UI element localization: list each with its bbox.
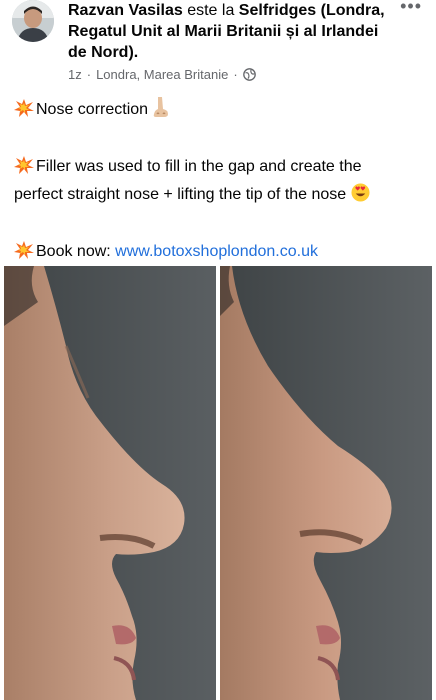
post-header: Razvan Vasilas este la Selfridges (Londr… <box>0 0 436 92</box>
filler-text-a: Filler was used to fill in the gap and c… <box>36 158 362 175</box>
filler-text-b: perfect straight nose + lifting the tip … <box>14 186 347 203</box>
collision-emoji-icon <box>14 156 34 174</box>
collision-emoji-icon <box>14 99 34 117</box>
post-body: Nose correction Filler was used to fill … <box>14 96 424 266</box>
post-meta: 1z · Londra, Marea Britanie · <box>68 67 256 82</box>
text-line-2b: perfect straight nose + lifting the tip … <box>14 181 424 212</box>
place-name[interactable]: Selfridges <box>239 2 316 19</box>
text-line-2: Filler was used to fill in the gap and c… <box>14 153 424 181</box>
post-time[interactable]: 1z <box>68 67 82 82</box>
author-line: Razvan Vasilas este la Selfridges (Londr… <box>68 0 388 63</box>
nose-correction-text: Nose correction <box>36 101 149 118</box>
post-location[interactable]: Londra, Marea Britanie <box>96 67 228 82</box>
after-photo[interactable] <box>220 266 432 700</box>
author-name[interactable]: Razvan Vasilas <box>68 2 183 19</box>
checkin-verb: este la <box>187 2 235 19</box>
book-now-label: Book now: <box>36 243 111 260</box>
text-line-1: Nose correction <box>14 96 424 127</box>
collision-emoji-icon <box>14 241 34 259</box>
text-line-3: Book now: www.botoxshoplondon.co.uk <box>14 238 424 266</box>
photo-grid <box>0 266 436 700</box>
website-link[interactable]: www.botoxshoplondon.co.uk <box>115 243 318 260</box>
globe-icon <box>242 68 256 81</box>
heart-eyes-emoji-icon <box>351 183 370 212</box>
more-options-button[interactable]: ••• <box>400 0 422 17</box>
meta-separator: · <box>233 67 238 82</box>
before-photo[interactable] <box>4 266 216 700</box>
nose-emoji-icon <box>153 97 169 127</box>
avatar[interactable] <box>12 0 54 42</box>
meta-separator: · <box>86 67 92 82</box>
